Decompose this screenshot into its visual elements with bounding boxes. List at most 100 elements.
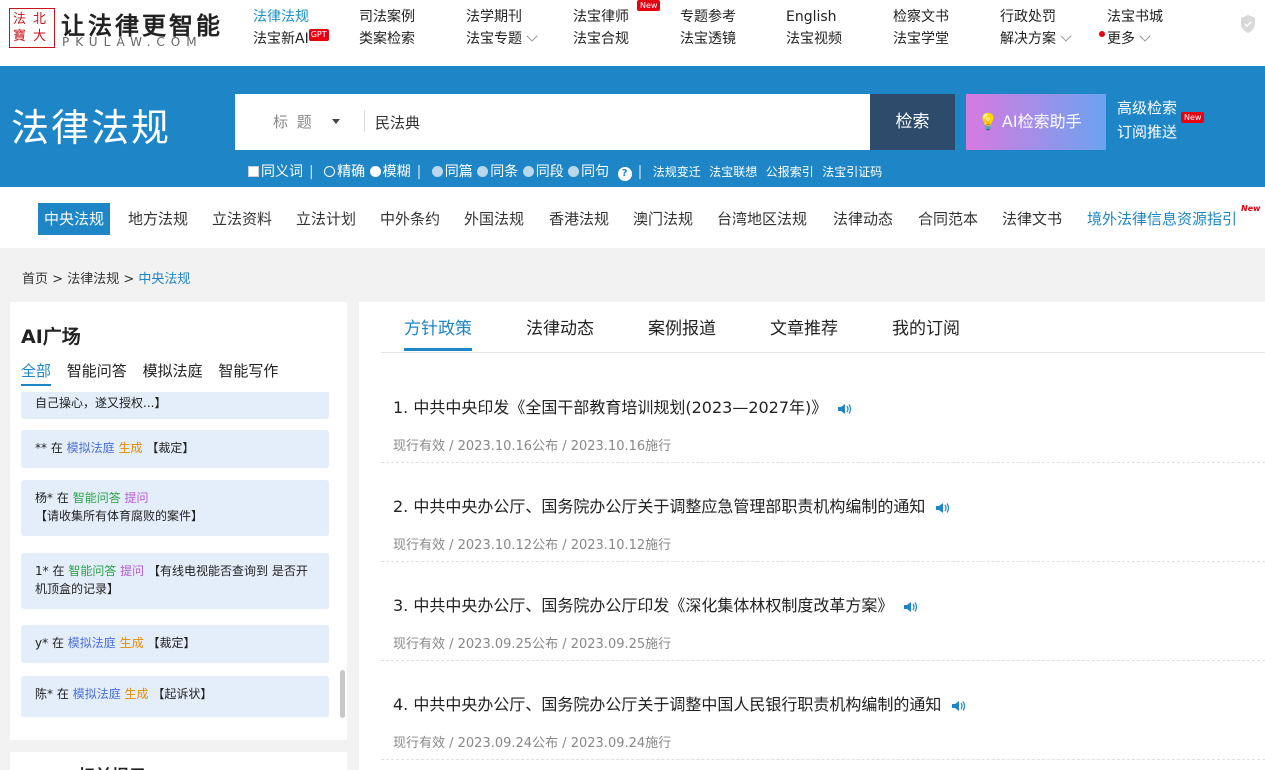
category-contracts[interactable]: 合同范本: [918, 203, 978, 235]
subscribe-link[interactable]: 订阅推送: [1117, 120, 1177, 144]
exact-radio[interactable]: 精确: [324, 164, 365, 180]
category-nav: 中央法规 地方法规 立法资料 立法计划 中外条约 外国法规 香港法规 澳门法规 …: [0, 187, 1265, 248]
tab-legal-news[interactable]: 法律动态: [526, 314, 594, 348]
same-clause-radio[interactable]: 同条: [477, 164, 518, 180]
news-title[interactable]: 3. 中共中央办公厅、国务院办公厅印发《深化集体林权制度改革方案》: [393, 592, 919, 616]
nav-item-journals[interactable]: 法学期刊: [466, 6, 536, 28]
news-title[interactable]: 1. 中共中央印发《全国干部教育培训规划(2023—2027年)》: [393, 394, 853, 418]
nav-item-new-ai[interactable]: 法宝新AI GPT: [253, 28, 329, 50]
link-gazette-index[interactable]: 公报索引: [766, 165, 814, 179]
gpt-badge: GPT: [308, 29, 329, 41]
category-treaties[interactable]: 中外条约: [380, 203, 440, 235]
same-article-radio[interactable]: 同篇: [431, 164, 473, 180]
new-badge: New: [1181, 112, 1205, 123]
speaker-icon[interactable]: [935, 502, 951, 514]
breadcrumb-laws[interactable]: 法律法规: [67, 272, 119, 287]
nav-item-laws[interactable]: 法律法规: [253, 6, 329, 28]
nav-col-5: 专题参考 法宝透镜: [680, 6, 736, 50]
fuzzy-radio[interactable]: 模糊: [369, 164, 411, 180]
category-legal-documents[interactable]: 法律文书: [1002, 203, 1062, 235]
nav-item-bookstore[interactable]: 法宝书城: [1099, 6, 1163, 28]
category-foreign[interactable]: 外国法规: [464, 203, 524, 235]
new-badge: New: [637, 0, 661, 11]
breadcrumb-home[interactable]: 首页: [22, 272, 48, 287]
link-citation-code[interactable]: 法宝引证码: [822, 165, 882, 179]
tab-smart-writing[interactable]: 智能写作: [218, 362, 278, 380]
nav-item-similar-cases[interactable]: 类案检索: [359, 28, 415, 50]
nav-item-video[interactable]: 法宝视频: [786, 28, 842, 50]
feed-item[interactable]: y* 在 模拟法庭 生成 【裁定】: [21, 625, 329, 663]
nav-item-admin-penalty[interactable]: 行政处罚: [1000, 6, 1070, 28]
speaker-icon[interactable]: [951, 700, 967, 712]
nav-item-procuratorate[interactable]: 检察文书: [893, 6, 949, 28]
new-badge: New: [1241, 204, 1261, 213]
speaker-icon[interactable]: [837, 403, 853, 415]
feed-item[interactable]: 1* 在 智能问答 提问 【有线电视能否查询到 是否开机顶盒的记录】: [21, 553, 329, 609]
category-macau[interactable]: 澳门法规: [633, 203, 693, 235]
news-title[interactable]: 2. 中共中央办公厅、国务院办公厅关于调整应急管理部职责机构编制的通知: [393, 493, 951, 517]
nav-item-lens[interactable]: 法宝透镜: [680, 28, 736, 50]
search-hero: 法律法规 标 题 检索 💡AI检索助手 高级检索 订阅推送 New 同义词| 精…: [0, 66, 1265, 187]
same-sentence-radio[interactable]: 同句: [568, 164, 609, 180]
search-field-select[interactable]: 标 题: [273, 111, 340, 132]
help-icon[interactable]: ?: [617, 167, 632, 181]
same-paragraph-radio[interactable]: 同段: [522, 164, 564, 180]
feed-scrollbar[interactable]: [340, 670, 345, 718]
nav-item-cases[interactable]: 司法案例: [359, 6, 415, 28]
tab-mock-court[interactable]: 模拟法庭: [143, 362, 203, 380]
chevron-down-icon: [526, 30, 538, 42]
link-association[interactable]: 法宝联想: [709, 165, 757, 179]
category-taiwan[interactable]: 台湾地区法规: [717, 203, 807, 235]
speaker-icon[interactable]: [903, 601, 919, 613]
nav-item-academy[interactable]: 法宝学堂: [893, 28, 949, 50]
search-options: 同义词 | 精确 模糊 | 同篇 同条 同段 同句 ? | 法规变迁 法宝联想 公报索…: [248, 161, 882, 181]
category-hongkong[interactable]: 香港法规: [549, 203, 609, 235]
category-local[interactable]: 地方法规: [128, 203, 188, 235]
top-bar: 法 北 寶 大 让法律更智能 PKULAW.COM 法律法规 法宝新AI GPT …: [0, 0, 1265, 66]
nav-item-solutions[interactable]: 解决方案: [1000, 28, 1072, 50]
search-box: 标 题: [235, 94, 870, 150]
news-meta: 现行有效 / 2023.10.16公布 / 2023.10.16施行: [393, 439, 672, 454]
radio-icon: [431, 166, 443, 177]
tab-my-subscriptions[interactable]: 我的订阅: [892, 314, 960, 348]
search-input[interactable]: [375, 108, 855, 136]
nav-item-more[interactable]: 更多: [1099, 28, 1163, 50]
nav-item-references[interactable]: 专题参考: [680, 6, 736, 28]
feed-item[interactable]: 陈* 在 模拟法庭 生成 【起诉状】: [21, 676, 329, 717]
feed-item[interactable]: 自己操心，遂又授权...】: [21, 392, 329, 419]
category-legislative-plan[interactable]: 立法计划: [296, 203, 356, 235]
ai-activity-feed[interactable]: 自己操心，遂又授权...】 ** 在 模拟法庭 生成 【裁定】 杨* 在 智能问…: [21, 392, 329, 722]
news-tabs: 方针政策 法律动态 案例报道 文章推荐 我的订阅: [381, 302, 1265, 353]
nav-col-3: 法学期刊 法宝专题: [466, 6, 538, 50]
ai-search-assistant-button[interactable]: 💡 AI检索助手: [966, 94, 1106, 150]
site-logo[interactable]: 法 北 寶 大 让法律更智能 PKULAW.COM: [9, 8, 229, 49]
tab-all[interactable]: 全部: [21, 362, 52, 386]
news-item: 2. 中共中央办公厅、国务院办公厅关于调整应急管理部职责机构编制的通知 现行有效…: [381, 463, 1265, 562]
news-title[interactable]: 4. 中共中央办公厅、国务院办公厅关于调整中国人民银行职责机构编制的通知: [393, 691, 967, 715]
tab-articles[interactable]: 文章推荐: [770, 314, 838, 348]
nav-item-lawyers[interactable]: 法宝律师: [573, 6, 629, 28]
radio-filled-icon: [369, 166, 381, 177]
chevron-down-icon: [1060, 30, 1072, 42]
nav-item-english[interactable]: English: [786, 6, 842, 28]
category-legal-news[interactable]: 法律动态: [833, 203, 893, 235]
nav-col-2: 司法案例 类案检索: [359, 6, 415, 50]
nav-item-compliance[interactable]: 法宝合规: [573, 28, 629, 50]
radio-icon: [568, 166, 580, 177]
category-legislative-materials[interactable]: 立法资料: [212, 203, 272, 235]
feed-item[interactable]: 杨* 在 智能问答 提问 【请收集所有体育腐败的案件】: [21, 480, 329, 536]
category-foreign-resources[interactable]: 境外法律信息资源指引: [1087, 203, 1237, 235]
tab-smart-qa[interactable]: 智能问答: [67, 362, 127, 380]
advanced-search-link[interactable]: 高级检索: [1117, 96, 1177, 120]
synonym-checkbox[interactable]: 同义词: [248, 164, 303, 180]
category-central[interactable]: 中央法规: [38, 203, 111, 235]
link-law-history[interactable]: 法规变迁: [653, 165, 701, 179]
tab-case-reports[interactable]: 案例报道: [648, 314, 716, 348]
search-divider: [364, 110, 365, 132]
feed-item[interactable]: ** 在 模拟法庭 生成 【裁定】: [21, 430, 329, 468]
shield-icon[interactable]: [1240, 14, 1256, 34]
tab-policy[interactable]: 方针政策: [404, 314, 472, 351]
breadcrumb-current[interactable]: 中央法规: [138, 272, 190, 287]
search-button[interactable]: 检索: [870, 94, 955, 150]
nav-item-topics[interactable]: 法宝专题: [466, 28, 538, 50]
